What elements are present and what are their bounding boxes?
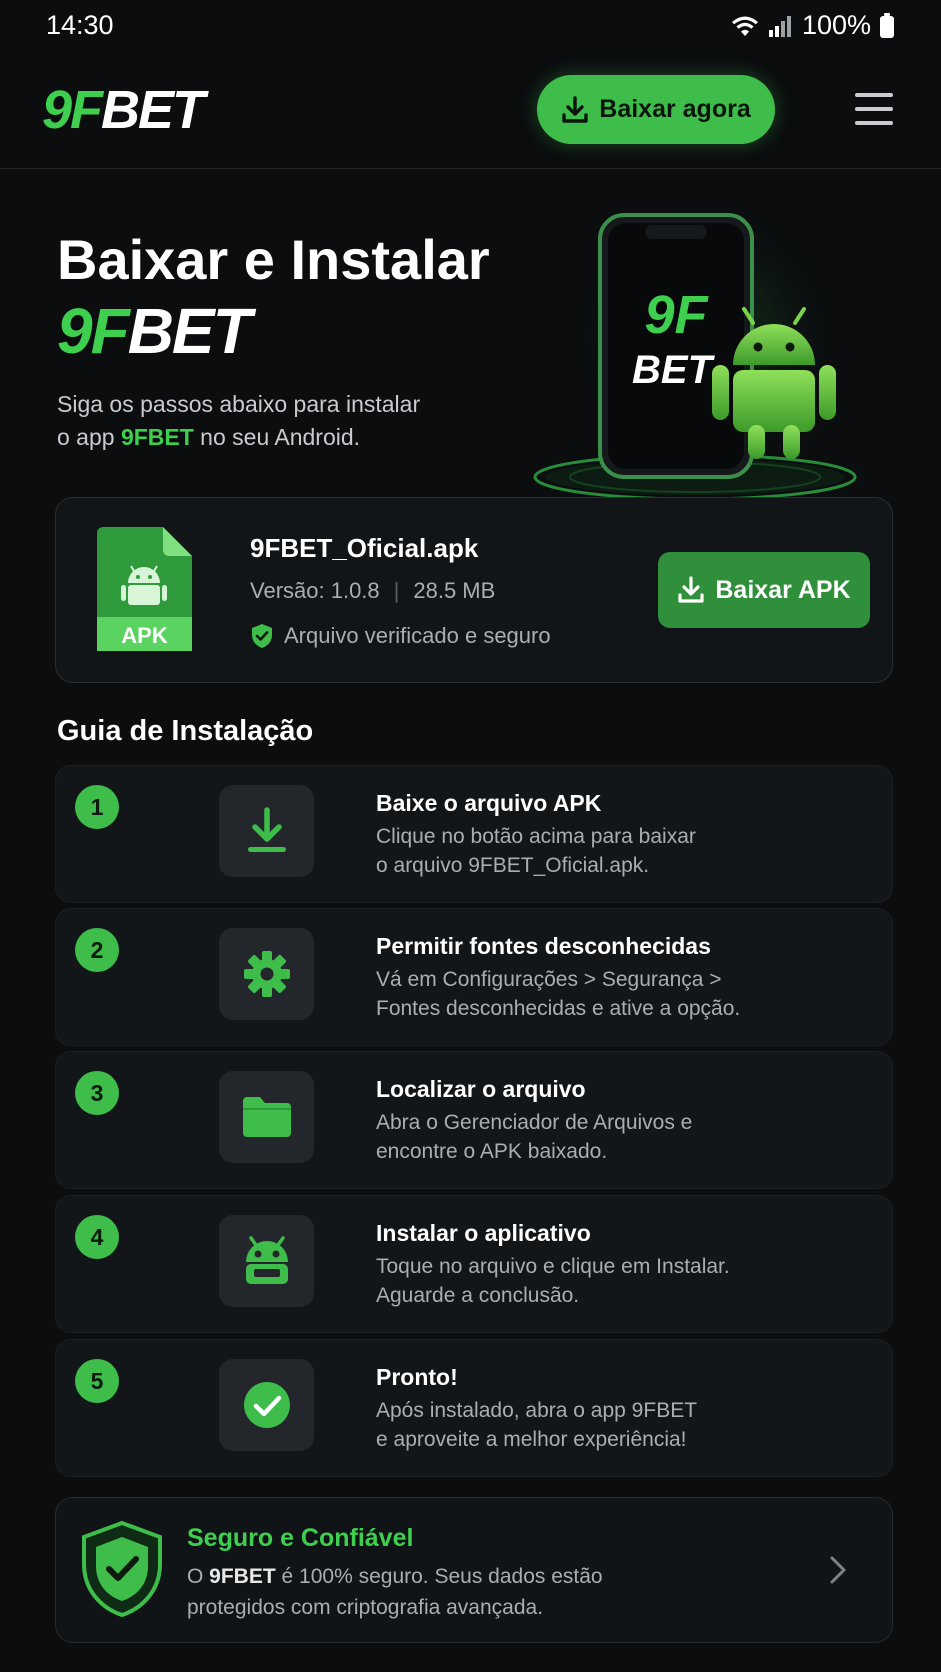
step-icon-box xyxy=(219,1215,314,1307)
step-description-line2: o arquivo 9FBET_Oficial.apk. xyxy=(376,854,650,877)
status-indicators: 100% xyxy=(730,10,895,41)
step-title: Permitir fontes desconhecidas xyxy=(376,933,711,959)
download-apk-label: Baixar APK xyxy=(715,575,851,604)
hero-brand-green: 9F xyxy=(57,295,130,367)
phone-android-illustration: 9F BET xyxy=(533,205,857,501)
gear-icon xyxy=(243,951,290,997)
step-description-line2: Fontes desconhecidas e ative a opção. xyxy=(376,997,741,1020)
check-circle-icon xyxy=(243,1382,290,1428)
chevron-right-icon[interactable] xyxy=(826,1554,850,1586)
step-title: Baixe o arquivo APK xyxy=(376,790,602,816)
apk-file-icon: APK xyxy=(97,527,192,651)
security-desc-brand: 9FBET xyxy=(209,1565,276,1588)
hero-subtitle-line2-pre: o app xyxy=(57,424,121,450)
security-title: Seguro e Confiável xyxy=(187,1524,414,1552)
folder-icon xyxy=(242,1097,291,1137)
download-apk-button[interactable]: Baixar APK xyxy=(658,552,870,628)
phone-logo-bottom: BET xyxy=(632,348,716,392)
step-description-line1: Após instalado, abra o app 9FBET xyxy=(376,1399,698,1422)
download-now-label: Baixar agora xyxy=(599,95,751,123)
apk-version: Versão: 1.0.8 xyxy=(250,578,380,603)
step-number: 4 xyxy=(75,1215,119,1259)
apk-meta-separator: | xyxy=(393,578,400,603)
wifi-icon xyxy=(731,16,758,36)
hero-subtitle-post: no seu Android. xyxy=(193,424,361,450)
step-icon-box xyxy=(219,928,314,1020)
header-divider xyxy=(0,168,941,169)
signal-icon xyxy=(768,15,791,37)
step-description: Vá em Configurações > Segurança > Fontes… xyxy=(376,965,856,1023)
status-time: 14:30 xyxy=(46,10,114,40)
step-title: Pronto! xyxy=(376,1364,458,1390)
phone-logo-top: 9F xyxy=(644,285,709,345)
step-description-line2: e aproveite a melhor experiência! xyxy=(376,1428,687,1451)
battery-icon xyxy=(880,12,894,38)
android-icon xyxy=(245,1236,288,1284)
shield-check-icon xyxy=(82,1520,162,1618)
download-icon xyxy=(678,576,704,603)
hero-subtitle: Siga os passos abaixo para instalar o ap… xyxy=(57,388,477,454)
security-desc-pre: O xyxy=(187,1565,210,1588)
step-title: Localizar o arquivo xyxy=(376,1076,586,1102)
step-description: Após instalado, abra o app 9FBET e aprov… xyxy=(376,1396,856,1454)
apk-file-name: 9FBET_Oficial.apk xyxy=(250,533,479,563)
step-title: Instalar o aplicativo xyxy=(376,1220,591,1246)
step-description-line2: Aguarde a conclusão. xyxy=(376,1284,580,1307)
step-number: 2 xyxy=(75,928,119,972)
guide-title: Guia de Instalação xyxy=(57,715,314,747)
security-description: O 9FBET é 100% seguro. Seus dados estão … xyxy=(187,1561,747,1623)
step-number: 1 xyxy=(75,785,119,829)
battery-percent: 100% xyxy=(801,10,871,40)
brand-logo[interactable]: 9FBET xyxy=(42,80,205,140)
step-icon-box xyxy=(219,1071,314,1163)
hero-brand: 9FBET xyxy=(57,295,252,367)
step-description-line1: Vá em Configurações > Segurança > xyxy=(376,968,722,991)
shield-check-icon xyxy=(252,624,272,648)
hero-brand-white: BET xyxy=(127,295,252,367)
logo-part-white: BET xyxy=(101,80,205,140)
security-desc-line2: protegidos com criptografia avançada. xyxy=(187,1596,544,1619)
logo-part-green: 9F xyxy=(42,80,103,140)
page-title: Baixar e Instalar xyxy=(57,228,490,291)
apk-verified: Arquivo verificado e seguro xyxy=(250,623,551,649)
hamburger-menu-icon[interactable] xyxy=(855,93,893,125)
apk-meta: Versão: 1.0.8 | 28.5 MB xyxy=(250,578,495,604)
step-description: Clique no botão acima para baixar o arqu… xyxy=(376,822,856,880)
step-icon-box xyxy=(219,785,314,877)
step-number: 3 xyxy=(75,1071,119,1115)
apk-verified-label: Arquivo verificado e seguro xyxy=(284,623,551,648)
step-description-line1: Abra o Gerenciador de Arquivos e xyxy=(376,1111,693,1134)
apk-icon-label: APK xyxy=(121,623,168,648)
step-number: 5 xyxy=(75,1359,119,1403)
step-description-line1: Toque no arquivo e clique em Instalar. xyxy=(376,1255,730,1278)
download-icon xyxy=(562,95,588,123)
step-description: Toque no arquivo e clique em Instalar. A… xyxy=(376,1252,856,1310)
step-description-line1: Clique no botão acima para baixar xyxy=(376,825,696,848)
step-description-line2: encontre o APK baixado. xyxy=(376,1140,608,1163)
step-description: Abra o Gerenciador de Arquivos e encontr… xyxy=(376,1108,856,1166)
step-icon-box xyxy=(219,1359,314,1451)
download-icon xyxy=(247,807,286,852)
hero-subtitle-brand: 9FBET xyxy=(120,424,194,450)
download-now-button[interactable]: Baixar agora xyxy=(537,75,775,144)
hero-subtitle-line1: Siga os passos abaixo para instalar xyxy=(57,391,421,417)
security-desc-mid: é 100% seguro. Seus dados estão xyxy=(275,1565,603,1588)
apk-size: 28.5 MB xyxy=(413,578,496,603)
